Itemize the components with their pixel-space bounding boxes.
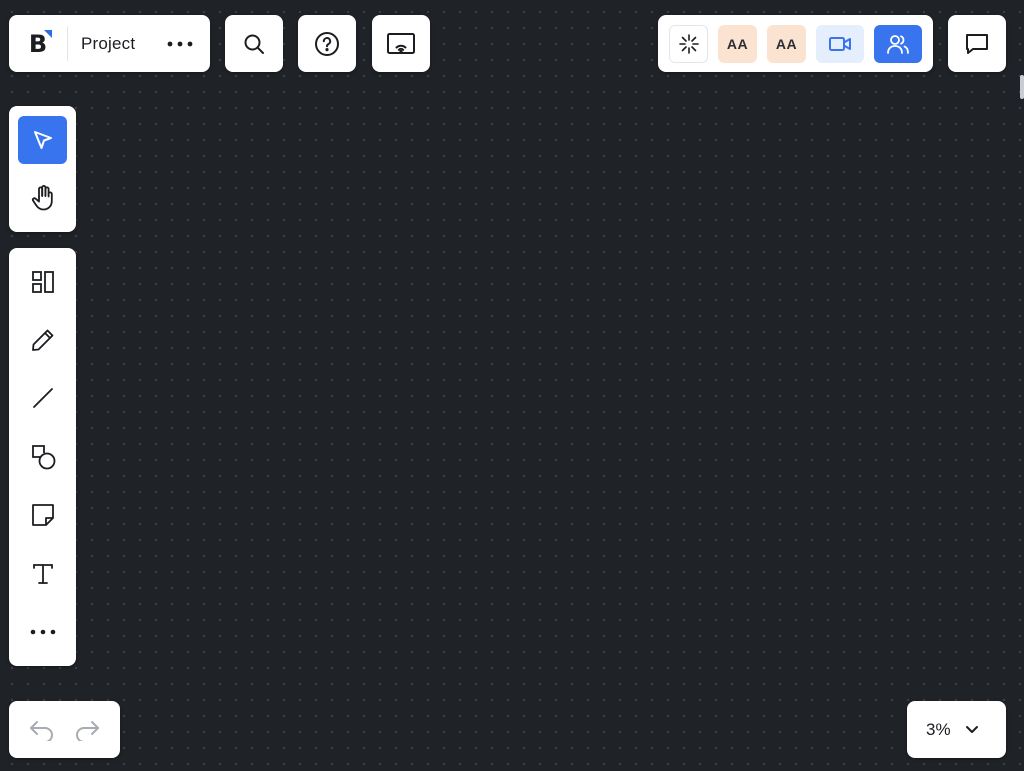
undo-button[interactable] xyxy=(24,712,60,748)
project-title[interactable]: Project xyxy=(81,34,135,54)
reactions-button[interactable] xyxy=(669,24,708,63)
help-icon xyxy=(315,31,339,56)
undo-redo-panel xyxy=(9,701,120,758)
line-tool[interactable] xyxy=(18,374,67,422)
layout-icon xyxy=(31,271,54,293)
zoom-control[interactable]: 3% xyxy=(907,701,1006,758)
redo-icon xyxy=(76,720,100,741)
search-button[interactable] xyxy=(225,15,283,72)
shapes-icon xyxy=(31,445,55,470)
project-panel: B Project xyxy=(9,15,210,72)
cursor-arrow-icon xyxy=(33,131,52,149)
chevron-down-icon xyxy=(965,725,978,733)
video-camera-icon xyxy=(829,36,851,51)
text-icon xyxy=(32,564,53,584)
pen-tool[interactable] xyxy=(18,316,67,364)
logo-flag-icon xyxy=(44,30,52,38)
help-button[interactable] xyxy=(298,15,356,72)
pencil-icon xyxy=(31,329,53,351)
zoom-level: 3% xyxy=(926,719,951,739)
tools-toolbar xyxy=(9,248,76,666)
line-icon xyxy=(32,388,53,408)
vertical-scrollbar[interactable] xyxy=(1020,75,1024,99)
divider xyxy=(67,26,68,61)
hand-icon xyxy=(31,185,53,211)
select-tool[interactable] xyxy=(18,116,67,164)
share-button[interactable] xyxy=(874,24,922,63)
comment-icon xyxy=(966,33,988,54)
user-avatar[interactable]: AA xyxy=(767,24,806,63)
search-icon xyxy=(244,34,264,54)
more-horizontal-icon xyxy=(30,629,55,635)
cast-screen-icon xyxy=(387,32,415,54)
user-avatar[interactable]: AA xyxy=(718,24,757,63)
templates-tool[interactable] xyxy=(18,258,67,306)
app-logo[interactable]: B xyxy=(9,15,67,72)
undo-icon xyxy=(29,720,53,741)
text-tool[interactable] xyxy=(18,550,67,598)
users-icon xyxy=(887,34,909,54)
project-menu-button[interactable] xyxy=(166,30,194,58)
more-horizontal-icon xyxy=(167,41,193,46)
sticky-note-icon xyxy=(31,504,54,526)
cast-button[interactable] xyxy=(372,15,430,72)
hand-tool[interactable] xyxy=(18,174,67,222)
collaboration-panel: AA AA xyxy=(658,15,933,72)
video-call-button[interactable] xyxy=(816,24,864,63)
more-tools-button[interactable] xyxy=(18,608,67,656)
celebrate-icon xyxy=(678,33,699,54)
sticky-note-tool[interactable] xyxy=(18,491,67,539)
redo-button[interactable] xyxy=(69,712,105,748)
comments-button[interactable] xyxy=(948,15,1006,72)
shapes-tool[interactable] xyxy=(18,433,67,481)
navigation-toolbar xyxy=(9,106,76,232)
